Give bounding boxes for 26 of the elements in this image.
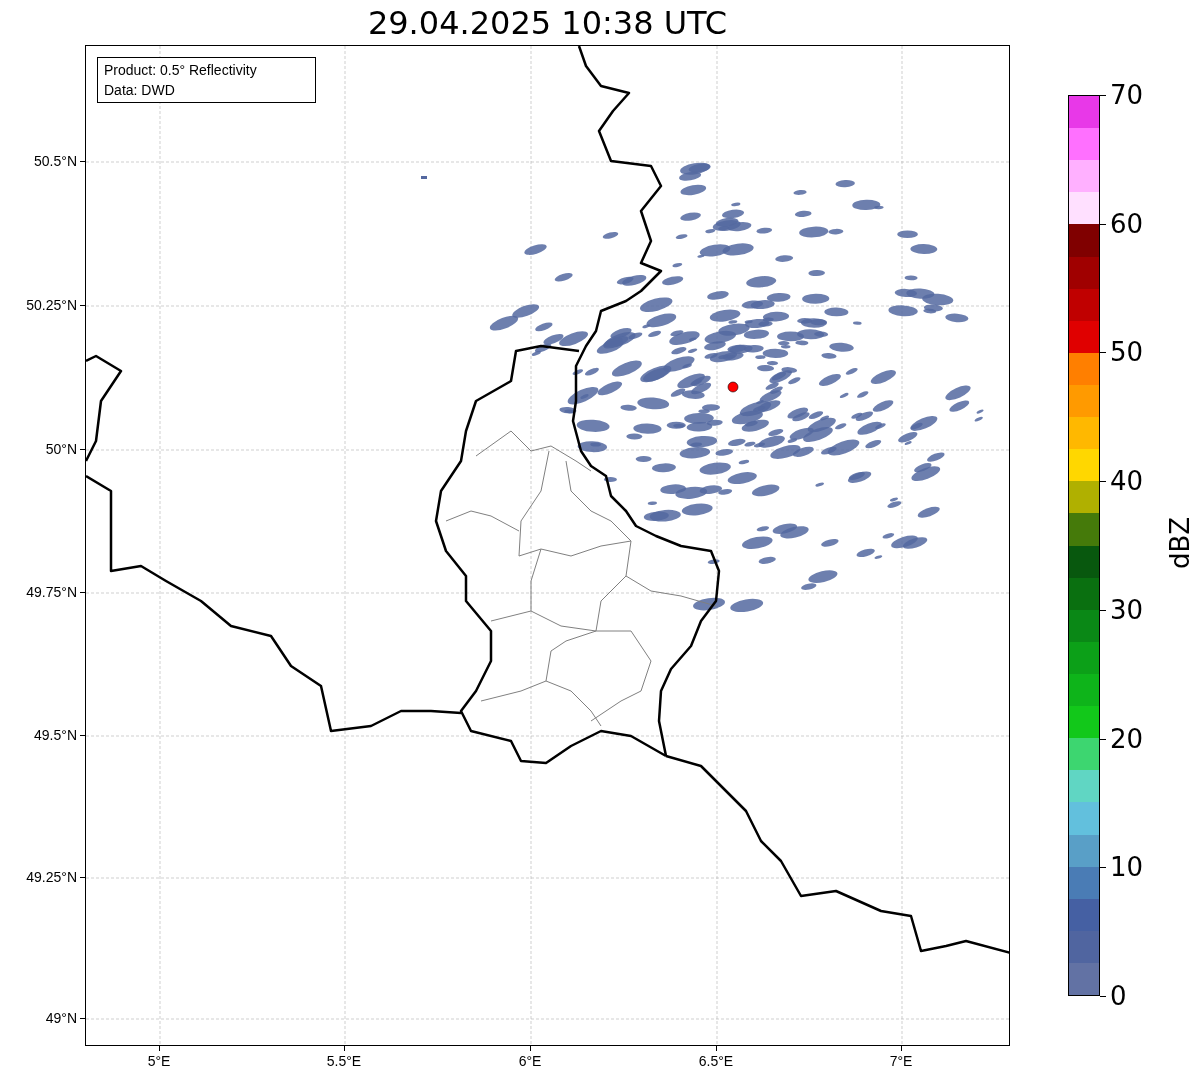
longitude-label: 5°E [146, 1052, 172, 1070]
longitude-label: 7°E [888, 1052, 914, 1070]
colorbar-label: dBZ [1165, 515, 1195, 572]
colorbar-tick-label: 0 [1110, 981, 1127, 1011]
longitude-label: 5.5°E [325, 1052, 363, 1070]
info-text: Data: DWD [104, 81, 176, 100]
latitude-label: 49.25°N [26, 868, 77, 886]
colorbar-tick-label: 60 [1110, 208, 1144, 239]
colorbar-tick-label: 40 [1110, 466, 1144, 497]
latitude-label: 50.25°N [26, 296, 77, 314]
latitude-label: 50°N [45, 440, 77, 458]
colorbar-tick-label: 10 [1110, 852, 1144, 883]
tick-mark [1100, 996, 1106, 997]
latitude-label: 50.5°N [34, 152, 77, 170]
colorbar-tick-label: 30 [1110, 594, 1144, 625]
chart-title: 29.04.2025 10:38 UTC [366, 3, 729, 43]
latitude-label: 49.5°N [34, 726, 77, 744]
colorbar-tick-label: 20 [1110, 723, 1144, 754]
colorbar-tick-label: 50 [1110, 337, 1144, 368]
colorbar-tick-label: 70 [1110, 80, 1144, 110]
info-text: Product: 0.5° Reflectivity [104, 61, 258, 80]
radar-site-marker [727, 381, 739, 393]
latitude-label: 49.75°N [26, 583, 77, 601]
latitude-label: 49°N [45, 1009, 77, 1027]
longitude-label: 6.5°E [697, 1052, 735, 1070]
longitude-label: 6°E [517, 1052, 543, 1070]
